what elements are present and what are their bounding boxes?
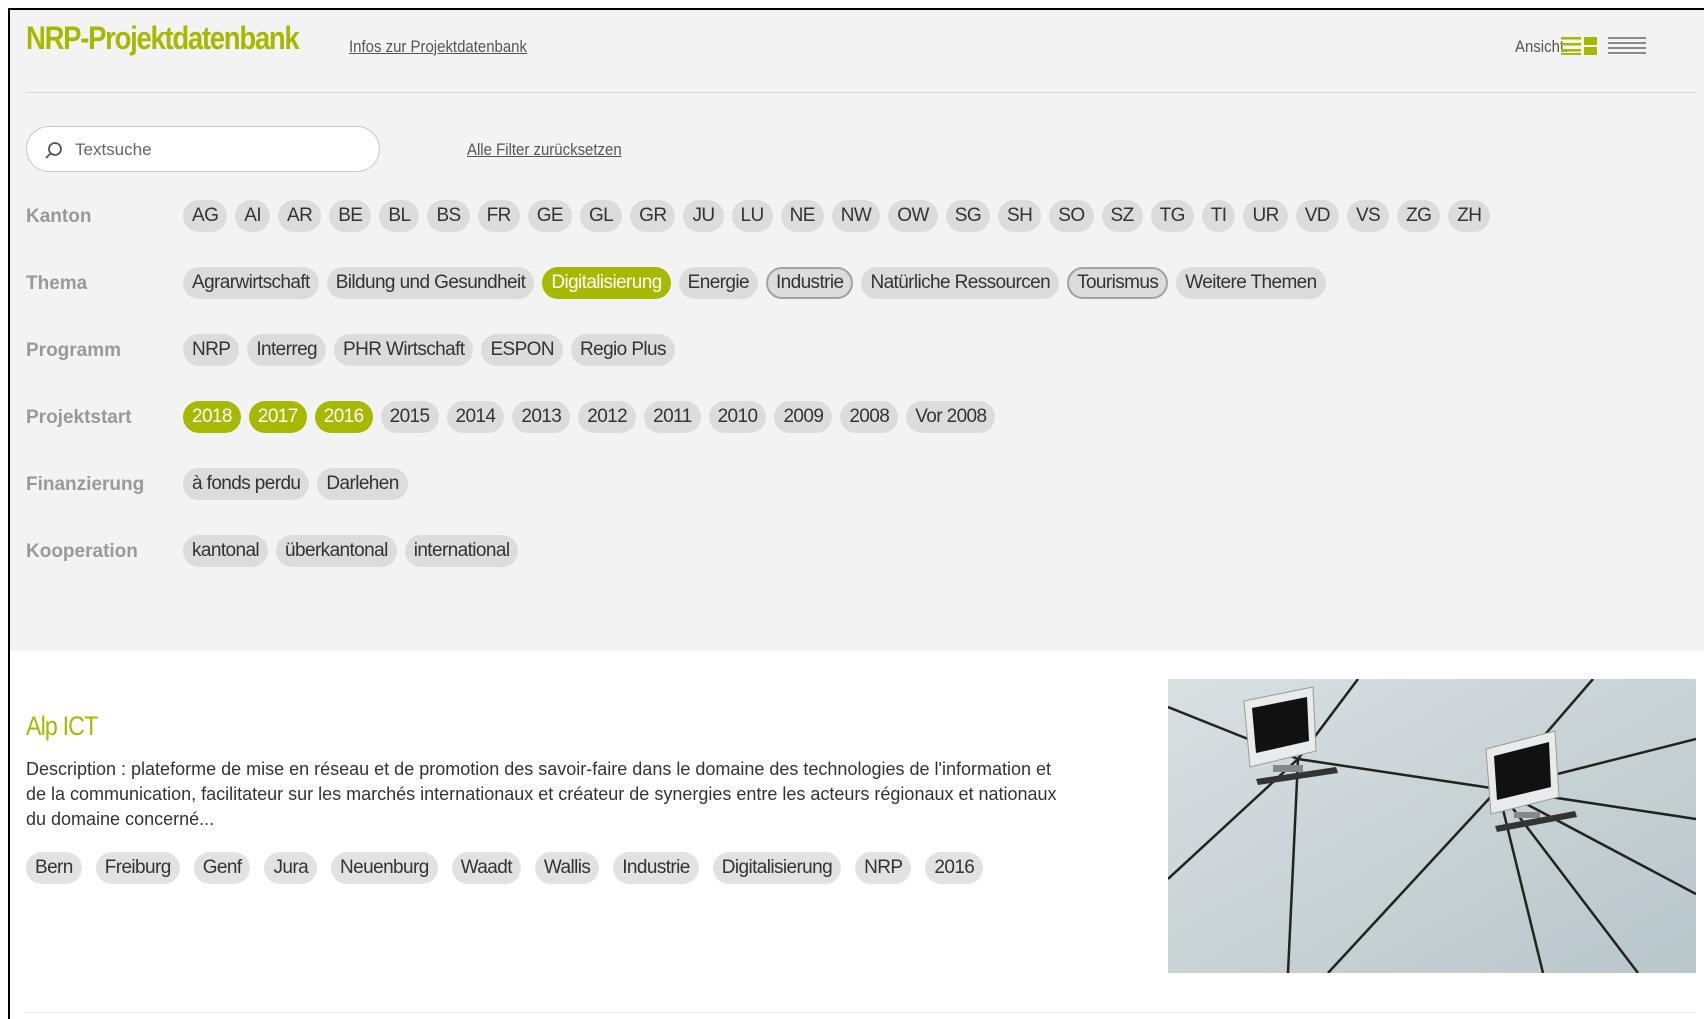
filter-chip[interactable]: PHR Wirtschaft xyxy=(334,334,474,366)
filter-chip[interactable]: 2016 xyxy=(314,401,373,433)
result-title[interactable]: Alp ICT xyxy=(26,711,98,742)
filter-chip[interactable]: à fonds perdu xyxy=(183,468,310,500)
filter-chip[interactable]: NW xyxy=(831,200,881,232)
filter-chip[interactable]: 2018 xyxy=(183,401,241,433)
filter-chip[interactable]: Darlehen xyxy=(317,468,408,500)
grid-list-view-icon[interactable] xyxy=(1561,36,1597,61)
result-divider xyxy=(26,1012,1696,1013)
filter-chip[interactable]: Weitere Themen xyxy=(1176,267,1326,299)
filter-chip[interactable]: ZH xyxy=(1448,200,1491,232)
page-frame: NRP-Projektdatenbank Infos zur Projektda… xyxy=(8,8,1704,1019)
filter-chip[interactable]: Tourismus xyxy=(1067,267,1169,299)
result-tag[interactable]: Freiburg xyxy=(95,852,180,884)
filter-chips: à fonds perdu Darlehen xyxy=(183,468,408,500)
result-tag[interactable]: Wallis xyxy=(534,852,600,884)
filter-label: Kanton xyxy=(26,206,92,227)
filter-chip[interactable]: NE xyxy=(780,200,824,232)
filter-chip[interactable]: OW xyxy=(888,200,938,232)
filter-chip[interactable]: ZG xyxy=(1397,200,1441,232)
filter-chip[interactable]: LU xyxy=(731,200,773,232)
filter-chip[interactable]: AG xyxy=(183,200,228,232)
filter-chip[interactable]: Agrarwirtschaft xyxy=(183,267,319,299)
filter-chip[interactable]: 2014 xyxy=(446,401,505,433)
result-tag[interactable]: Waadt xyxy=(451,852,521,884)
filter-label: Finanzierung xyxy=(26,474,145,495)
filter-chip[interactable]: FR xyxy=(477,200,520,232)
filter-chip[interactable]: international xyxy=(404,535,519,567)
filter-chip[interactable]: BL xyxy=(379,200,420,232)
filter-chip[interactable]: AI xyxy=(235,200,271,232)
result-tag[interactable]: NRP xyxy=(855,852,912,884)
header-divider xyxy=(26,92,1696,93)
filter-chip[interactable]: Regio Plus xyxy=(571,334,675,366)
filter-chip[interactable]: UR xyxy=(1243,200,1288,232)
network-computers-image[interactable] xyxy=(1168,679,1696,973)
filter-chips: AG AI AR BE BL BS FR GE GL GR JU LU NE NW OW SG SH SO SZ TG… xyxy=(183,200,1491,232)
filter-chips: Agrarwirtschaft Bildung und Gesundheit Dig… xyxy=(183,267,1326,299)
filter-chip[interactable]: Natürliche Ressourcen xyxy=(861,267,1060,299)
filter-chip[interactable]: kantonal xyxy=(183,535,269,567)
filter-label: Kooperation xyxy=(26,541,138,562)
filter-chip[interactable]: 2012 xyxy=(578,401,637,433)
filter-chip[interactable]: Vor 2008 xyxy=(906,401,996,433)
filter-chip[interactable]: SG xyxy=(945,200,991,232)
search-input[interactable] xyxy=(73,137,367,163)
search-icon xyxy=(44,141,64,166)
filter-chip[interactable]: VS xyxy=(1346,200,1390,232)
filter-chip[interactable]: BS xyxy=(427,200,470,232)
filter-chip[interactable]: SZ xyxy=(1101,200,1143,232)
filter-chip[interactable]: 2009 xyxy=(774,401,833,433)
filter-chip[interactable]: SO xyxy=(1049,200,1094,232)
filter-chip[interactable]: GE xyxy=(527,200,572,232)
filter-chip[interactable]: 2010 xyxy=(708,401,767,433)
search-box xyxy=(26,126,380,172)
result-tag[interactable]: Jura xyxy=(264,852,318,884)
result-card: Alp ICT Description : plateforme de mise… xyxy=(10,651,1704,1019)
result-tag[interactable]: Industrie xyxy=(613,852,699,884)
result-tag[interactable]: Neuenburg xyxy=(331,852,438,884)
filter-chip[interactable]: GR xyxy=(630,200,676,232)
filter-chip[interactable]: überkantonal xyxy=(276,535,397,567)
filter-chip[interactable]: VD xyxy=(1295,200,1339,232)
filter-chip[interactable]: Industrie xyxy=(765,267,854,299)
result-tag[interactable]: Bern xyxy=(26,852,82,884)
result-description: Description : plateforme de mise en rése… xyxy=(26,759,1057,829)
list-view-icon[interactable] xyxy=(1608,36,1646,61)
filter-chip[interactable]: 2013 xyxy=(512,401,571,433)
filter-chip[interactable]: 2011 xyxy=(644,401,701,433)
filter-chips: kantonal überkantonal international xyxy=(183,535,519,567)
filter-panel: NRP-Projektdatenbank Infos zur Projektda… xyxy=(10,10,1704,651)
result-tag[interactable]: Digitalisierung xyxy=(712,852,842,884)
filter-chip[interactable]: AR xyxy=(278,200,322,232)
filter-chip[interactable]: ESPON xyxy=(481,334,563,366)
info-link[interactable]: Infos zur Projektdatenbank xyxy=(349,37,527,57)
filter-chip[interactable]: 2017 xyxy=(248,401,307,433)
filter-chips: NRP Interreg PHR Wirtschaft ESPON Regio Plus xyxy=(183,334,675,366)
filter-label: Projektstart xyxy=(26,407,132,428)
filter-chip[interactable]: Energie xyxy=(678,267,758,299)
filter-chip[interactable]: BE xyxy=(329,200,372,232)
filter-chip[interactable]: SH xyxy=(998,200,1042,232)
result-tags: Bern Freiburg Genf Jura Neuenburg Waadt Wallis… xyxy=(26,852,984,884)
filter-chip[interactable]: 2015 xyxy=(380,401,439,433)
filter-chip[interactable]: GL xyxy=(580,200,623,232)
filter-chip[interactable]: JU xyxy=(683,200,724,232)
filter-chip[interactable]: 2008 xyxy=(840,401,899,433)
result-tag[interactable]: 2016 xyxy=(925,852,984,884)
filter-chip[interactable]: TI xyxy=(1201,200,1236,232)
filter-chips: 2018 2017 2016 2015 2014 2013 2012 2011 2010 2009… xyxy=(183,401,996,433)
filter-chip[interactable]: TG xyxy=(1150,200,1194,232)
reset-filters-link[interactable]: Alle Filter zurücksetzen xyxy=(467,140,622,160)
filter-chip[interactable]: Bildung und Gesundheit xyxy=(326,267,535,299)
filter-chip[interactable]: Interreg xyxy=(247,334,327,366)
app-logo[interactable]: NRP-Projektdatenbank xyxy=(26,20,300,57)
filter-chip[interactable]: Digitalisierung xyxy=(542,267,671,299)
filter-chip[interactable]: NRP xyxy=(183,334,240,366)
result-tag[interactable]: Genf xyxy=(193,852,251,884)
filter-label: Thema xyxy=(26,273,88,294)
filter-label: Programm xyxy=(26,340,122,361)
